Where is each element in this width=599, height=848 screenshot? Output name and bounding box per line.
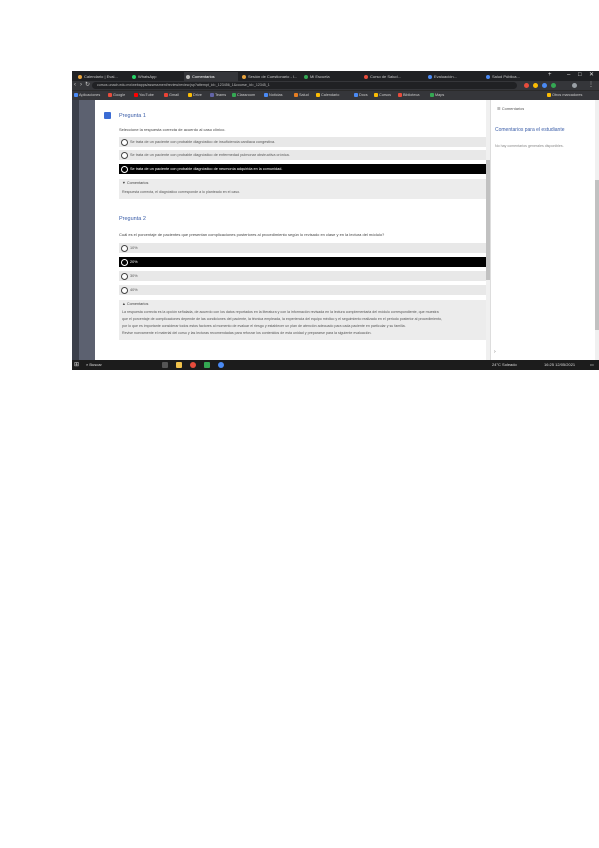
feedback-box: ▼ Comentarios Respuesta correcta, el dia… <box>119 179 490 199</box>
windows-start-icon[interactable]: ⊞ <box>74 360 79 370</box>
reload-icon[interactable]: ↻ <box>85 81 90 90</box>
extension-icon[interactable] <box>551 83 556 88</box>
bookmark-item[interactable]: Aplicaciones <box>74 92 100 99</box>
browser-tab-bar: Calendario | Eval... WhatsApp Comentario… <box>72 71 599 81</box>
feedback-line: Revise nuevamente el material del curso … <box>122 331 372 335</box>
feedback-line: que el porcentaje de complicaciones depe… <box>122 317 443 321</box>
answer-option[interactable]: Se trata de un paciente con probable dia… <box>119 150 490 160</box>
bookmark-item[interactable]: Classroom <box>232 92 255 99</box>
tab-curso[interactable]: Curso de Salud... <box>362 72 424 81</box>
answer-option[interactable]: 40% <box>119 285 490 295</box>
tray-weather[interactable]: 24°C Soleado <box>492 360 517 370</box>
profile-avatar[interactable] <box>572 83 577 88</box>
panel-scrollbar[interactable] <box>595 100 599 360</box>
taskbar-search[interactable]: ⌕ Buscar <box>86 360 102 370</box>
extension-icon[interactable] <box>533 83 538 88</box>
tab-comentarios[interactable]: Comentarios <box>184 72 238 81</box>
bookmark-item[interactable]: Otros marcadores <box>547 92 582 99</box>
radio-icon[interactable] <box>121 165 128 173</box>
tab-evaluacion[interactable]: Evaluación... <box>426 72 482 81</box>
question-title: Pregunta 1 <box>119 113 146 119</box>
windows-taskbar: ⊞ ⌕ Buscar 24°C Soleado 16:25 12/05/2021… <box>72 360 599 370</box>
question-prompt: Seleccione la respuesta correcta de acue… <box>119 127 226 132</box>
bookmark-item[interactable]: Cursos <box>374 92 391 99</box>
bookmark-item[interactable]: Google <box>108 92 125 99</box>
answer-option[interactable]: Se trata de un paciente con probable dia… <box>119 137 490 147</box>
menu-icon[interactable]: ⋮ <box>588 81 594 90</box>
forward-icon[interactable]: › <box>80 81 82 90</box>
radio-icon[interactable] <box>121 138 128 146</box>
bookmark-item[interactable]: YouTube <box>134 92 154 99</box>
feedback-line: La respuesta correcta es la opción señal… <box>122 310 439 314</box>
close-icon[interactable]: ✕ <box>589 71 594 80</box>
radio-icon[interactable] <box>121 258 128 266</box>
notifications-icon[interactable]: ▭ <box>590 360 594 370</box>
tray-clock[interactable]: 16:25 12/05/2021 <box>544 360 575 370</box>
feedback-title: ▲ Comentarios <box>122 302 149 306</box>
app-icon[interactable] <box>204 362 210 368</box>
extension-icon[interactable] <box>524 83 529 88</box>
bookmark-item[interactable]: Biblioteca <box>398 92 419 99</box>
task-view-icon[interactable] <box>162 362 168 368</box>
bookmark-item[interactable]: Salud <box>294 92 309 99</box>
course-sidebar <box>79 100 95 360</box>
panel-subtitle: No hay comentarios generales disponibles… <box>495 144 564 148</box>
minimize-icon[interactable]: – <box>567 71 570 80</box>
bookmarks-bar: Aplicaciones Google YouTube Gmail Drive … <box>72 90 599 100</box>
radio-icon[interactable] <box>121 272 128 280</box>
radio-icon[interactable] <box>121 244 128 252</box>
bookmark-item[interactable]: Noticias <box>264 92 283 99</box>
feedback-box: ▲ Comentarios La respuesta correcta es l… <box>119 300 490 340</box>
page-area: Pregunta 1 Seleccione la respuesta corre… <box>72 100 599 360</box>
radio-icon[interactable] <box>121 286 128 294</box>
tab-calendario[interactable]: Calendario | Eval... <box>76 72 130 81</box>
tab-salud-publica[interactable]: Salud Pública... <box>484 72 542 81</box>
edge-icon[interactable] <box>218 362 224 368</box>
extension-icon[interactable] <box>542 83 547 88</box>
question-marker-icon <box>104 112 111 119</box>
panel-title: Comentarios para el estudiante <box>495 127 565 133</box>
url-field[interactable]: cursos.unach.edu.mx/webapps/assessment/r… <box>92 82 517 89</box>
maximize-icon[interactable]: □ <box>578 71 582 80</box>
address-bar-row: ‹ › ↻ cursos.unach.edu.mx/webapps/assess… <box>72 81 599 90</box>
answer-option-selected[interactable]: 20% <box>119 257 490 267</box>
bookmark-item[interactable]: Drive <box>188 92 202 99</box>
answer-option-selected[interactable]: Se trata de un paciente con probable dia… <box>119 164 490 174</box>
radio-icon[interactable] <box>121 151 128 159</box>
new-tab-icon[interactable]: + <box>548 71 552 80</box>
bookmark-item[interactable]: Calendario <box>316 92 339 99</box>
assessment-review: Pregunta 1 Seleccione la respuesta corre… <box>95 100 490 360</box>
bookmark-item[interactable]: Docs <box>354 92 368 99</box>
browser-screenshot: Calendario | Eval... WhatsApp Comentario… <box>72 71 599 370</box>
question-title: Pregunta 2 <box>119 216 146 222</box>
file-explorer-icon[interactable] <box>176 362 182 368</box>
tab-mi-escuela[interactable]: Mi Escuela <box>302 72 360 81</box>
feedback-line: por lo que es importante considerar todo… <box>122 324 406 328</box>
chrome-icon[interactable] <box>190 362 196 368</box>
bookmark-item[interactable]: Maps <box>430 92 444 99</box>
left-gutter <box>72 100 79 360</box>
feedback-text: Respuesta correcta, el diagnóstico corre… <box>122 190 241 194</box>
answer-option[interactable]: 30% <box>119 271 490 281</box>
bookmark-item[interactable]: Gmail <box>164 92 179 99</box>
question-prompt: Cuál es el porcentaje de pacientes que p… <box>119 232 385 237</box>
bookmark-item[interactable]: Teams <box>210 92 226 99</box>
tab-whatsapp[interactable]: WhatsApp <box>130 72 182 81</box>
feedback-title: ▼ Comentarios <box>122 181 149 185</box>
answer-option[interactable]: 10% <box>119 243 490 253</box>
expand-chevron-icon[interactable]: › <box>494 349 496 355</box>
panel-header: ☰ Comentarios <box>497 106 525 111</box>
back-icon[interactable]: ‹ <box>74 81 76 90</box>
tab-sesion[interactable]: Sesión de Cuestionario - I... <box>240 72 300 81</box>
comments-panel: ☰ Comentarios Comentarios para el estudi… <box>490 100 599 360</box>
